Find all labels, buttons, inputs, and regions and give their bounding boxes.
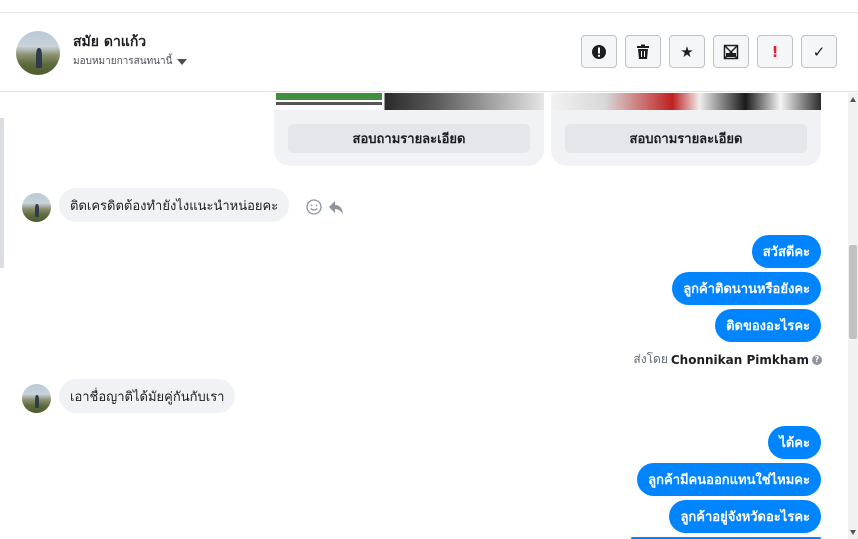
- trash-icon: [637, 44, 649, 59]
- product-card: สอบถามรายละเอียด: [274, 93, 544, 166]
- ask-details-button[interactable]: สอบถามรายละเอียด: [565, 124, 807, 153]
- archive-button[interactable]: [713, 35, 749, 68]
- message-tools: [306, 199, 344, 215]
- important-button[interactable]: !: [757, 35, 793, 68]
- sender-avatar[interactable]: [22, 384, 51, 413]
- outgoing-message[interactable]: ลูกค้าอยู่จังหวัดอะไรคะ: [669, 500, 821, 533]
- done-button[interactable]: ✓: [801, 35, 837, 68]
- assign-conversation-dropdown[interactable]: มอบหมายการสนทนานี้: [73, 54, 188, 69]
- scrollbar-thumb[interactable]: [849, 245, 857, 339]
- alert-circle-icon: [592, 44, 606, 59]
- ask-details-button[interactable]: สอบถามรายละเอียด: [288, 124, 530, 153]
- star-icon: ★: [680, 42, 694, 61]
- conversation-header: สมัย ดาแก้ว มอบหมายการสนทนานี้ ★ ! ✓: [0, 13, 858, 92]
- star-button[interactable]: ★: [669, 35, 705, 68]
- outgoing-message[interactable]: ลูกค้าติดนานหรือยังคะ: [672, 272, 821, 305]
- product-image: [551, 93, 821, 110]
- sent-by-name: Chonnikan Pimkham: [670, 352, 809, 367]
- exclamation-icon: !: [771, 42, 779, 61]
- archive-icon: [723, 44, 739, 59]
- contact-name[interactable]: สมัย ดาแก้ว: [73, 31, 146, 53]
- spam-button[interactable]: [581, 35, 617, 68]
- top-strip: [0, 0, 858, 13]
- outgoing-message[interactable]: สวัสดีคะ: [751, 235, 821, 268]
- outgoing-message[interactable]: ติดของอะไรคะ: [715, 309, 821, 342]
- contact-avatar[interactable]: [16, 31, 60, 75]
- caret-down-icon: [177, 58, 188, 65]
- header-actions: ★ ! ✓: [581, 35, 837, 68]
- outgoing-message[interactable]: ลูกค้ามีคนออกแทนใช่ไหมคะ: [637, 463, 821, 496]
- incoming-message[interactable]: เอาชื่อญาติได้มัยคู่กันกับเรา: [59, 379, 236, 413]
- reply-icon[interactable]: [328, 199, 344, 215]
- product-card: สอบถามรายละเอียด: [551, 93, 821, 166]
- left-scrollbar[interactable]: [0, 118, 4, 268]
- sender-avatar[interactable]: [22, 193, 51, 222]
- product-image: [274, 93, 544, 110]
- assign-label: มอบหมายการสนทนานี้: [73, 56, 173, 67]
- delete-button[interactable]: [625, 35, 661, 68]
- sent-by-prefix: ส่งโดย: [633, 352, 668, 366]
- incoming-message[interactable]: ติดเครดิตต้องทำยังไงแนะนำหน่อยคะ: [59, 188, 290, 222]
- scroll-down-icon[interactable]: [850, 530, 856, 535]
- sent-by-label: ส่งโดย Chonnikan Pimkham ?: [633, 350, 822, 369]
- help-icon[interactable]: ?: [812, 354, 822, 365]
- outgoing-message[interactable]: ได้คะ: [768, 426, 821, 459]
- check-icon: ✓: [812, 42, 826, 61]
- reaction-smile-icon[interactable]: [306, 199, 322, 215]
- scroll-up-icon[interactable]: [850, 97, 856, 102]
- conversation-scrollbar[interactable]: [848, 93, 858, 539]
